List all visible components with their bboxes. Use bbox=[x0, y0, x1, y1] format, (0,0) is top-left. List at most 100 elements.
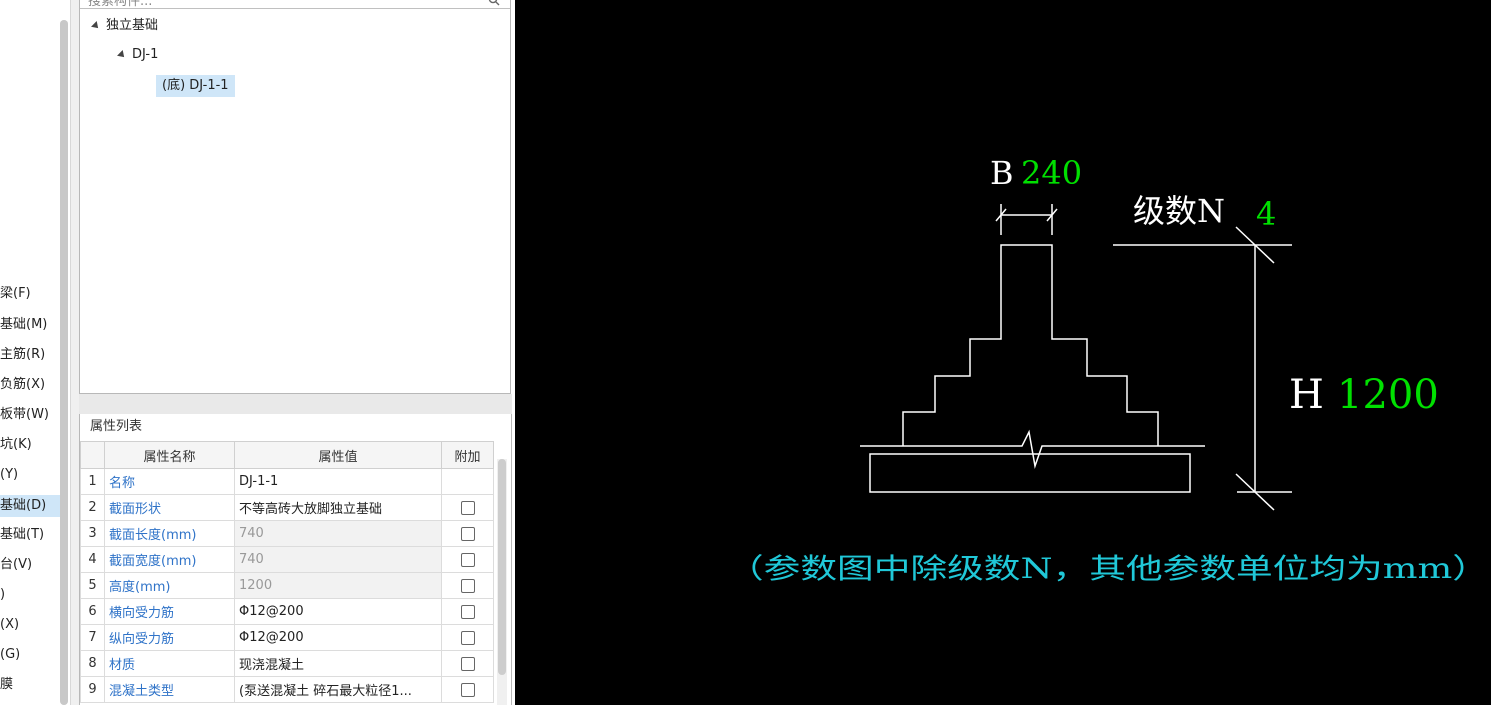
property-name: 混凝土类型 bbox=[104, 676, 235, 703]
property-list-panel: 属性列表 属性名称 属性值 附加 1 名称 DJ-1-1 2 截面形状 不等高砖… bbox=[79, 414, 512, 705]
extra-cell bbox=[441, 650, 494, 677]
extra-cell bbox=[441, 546, 494, 573]
base-slab bbox=[869, 453, 1191, 493]
row-index: 6 bbox=[80, 598, 105, 625]
extra-cell bbox=[441, 572, 494, 599]
n-label: 级数N bbox=[1133, 192, 1225, 230]
category-item[interactable]: 负筋(X) bbox=[0, 374, 62, 396]
property-table-header: 属性名称 属性值 附加 bbox=[80, 441, 494, 469]
row-index: 9 bbox=[80, 676, 105, 703]
property-table: 属性名称 属性值 附加 1 名称 DJ-1-1 2 截面形状 不等高砖大放脚独立… bbox=[80, 441, 494, 703]
category-item[interactable]: 梁(F) bbox=[0, 283, 62, 305]
property-value: 740 bbox=[234, 520, 442, 547]
category-list-scrollbar[interactable] bbox=[60, 20, 68, 705]
n-value: 4 bbox=[1256, 195, 1276, 233]
b-value: 240 bbox=[1021, 154, 1082, 192]
category-item-selected[interactable]: 基础(D) bbox=[0, 495, 62, 517]
extra-checkbox[interactable] bbox=[460, 656, 475, 671]
property-row[interactable]: 3 截面长度(mm) 740 bbox=[80, 520, 494, 547]
tree-node-root[interactable]: 独立基础 bbox=[91, 15, 159, 37]
category-item[interactable]: 主筋(R) bbox=[0, 344, 62, 366]
row-index: 5 bbox=[80, 572, 105, 599]
property-name: 纵向受力筋 bbox=[104, 624, 235, 651]
property-row[interactable]: 7 纵向受力筋 Φ12@200 bbox=[80, 624, 494, 651]
row-index: 1 bbox=[80, 468, 105, 495]
property-list-scrollbar[interactable] bbox=[497, 459, 507, 705]
scrollbar-thumb[interactable] bbox=[60, 20, 68, 705]
property-name: 名称 bbox=[104, 468, 235, 495]
category-item[interactable]: 台(V) bbox=[0, 554, 62, 576]
property-name: 截面宽度(mm) bbox=[104, 546, 235, 573]
property-row[interactable]: 5 高度(mm) 1200 bbox=[80, 572, 494, 599]
extra-cell bbox=[441, 676, 494, 703]
header-index bbox=[80, 441, 105, 469]
parameter-diagram-canvas: B 240 级数N 4 H 1200 （参数图中除级数N，其他参数单位均为mm） bbox=[515, 0, 1491, 705]
panel-splitter[interactable] bbox=[70, 0, 79, 705]
tree-node-dj-1-1[interactable]: (底) DJ-1-1 bbox=[156, 75, 235, 97]
footing-outline bbox=[902, 244, 1159, 446]
category-item[interactable]: 坑(K) bbox=[0, 434, 62, 456]
extra-checkbox[interactable] bbox=[460, 578, 475, 593]
search-input[interactable]: 搜索构件... bbox=[80, 0, 510, 9]
extra-checkbox[interactable] bbox=[460, 630, 475, 645]
property-name: 截面形状 bbox=[104, 494, 235, 521]
foundation-section-drawing: B 240 级数N 4 H 1200 （参数图中除级数N，其他参数单位均为mm） bbox=[727, 154, 1489, 585]
category-item[interactable]: 基础(M) bbox=[0, 314, 62, 336]
property-value[interactable]: DJ-1-1 bbox=[234, 468, 442, 495]
extra-checkbox[interactable] bbox=[460, 604, 475, 619]
tree-node-label: DJ-1 bbox=[132, 47, 159, 62]
search-icon[interactable] bbox=[488, 0, 500, 6]
row-index: 2 bbox=[80, 494, 105, 521]
category-item[interactable]: 膜 bbox=[0, 674, 62, 696]
category-item[interactable]: (Y) bbox=[0, 464, 62, 486]
extra-cell bbox=[441, 520, 494, 547]
property-name: 截面长度(mm) bbox=[104, 520, 235, 547]
extra-checkbox[interactable] bbox=[460, 526, 475, 541]
h-value: 1200 bbox=[1337, 372, 1439, 418]
property-value[interactable]: Φ12@200 bbox=[234, 598, 442, 625]
panel-separator bbox=[79, 394, 512, 414]
property-row[interactable]: 1 名称 DJ-1-1 bbox=[80, 468, 494, 495]
extra-cell bbox=[441, 624, 494, 651]
property-name: 材质 bbox=[104, 650, 235, 677]
h-label: H bbox=[1289, 372, 1324, 418]
property-value[interactable]: 不等高砖大放脚独立基础 bbox=[234, 494, 442, 521]
row-index: 4 bbox=[80, 546, 105, 573]
tree-node-label: 独立基础 bbox=[106, 18, 159, 33]
category-item[interactable]: 基础(T) bbox=[0, 524, 62, 546]
collapse-triangle-icon[interactable] bbox=[91, 20, 101, 31]
property-row[interactable]: 2 截面形状 不等高砖大放脚独立基础 bbox=[80, 494, 494, 521]
header-extra: 附加 bbox=[441, 441, 494, 469]
row-index: 3 bbox=[80, 520, 105, 547]
category-item[interactable]: (X) bbox=[0, 614, 62, 636]
component-tree-panel: 搜索构件... 独立基础 DJ-1 (底) DJ-1-1 bbox=[79, 0, 511, 394]
category-item[interactable]: ) bbox=[0, 584, 62, 606]
property-name: 横向受力筋 bbox=[104, 598, 235, 625]
property-row[interactable]: 9 混凝土类型 (泵送混凝土 碎石最大粒径1... bbox=[80, 676, 494, 703]
unit-note: （参数图中除级数N，其他参数单位均为mm） bbox=[727, 552, 1489, 585]
category-item[interactable]: 板带(W) bbox=[0, 404, 62, 426]
scrollbar-thumb[interactable] bbox=[498, 459, 506, 675]
property-value[interactable]: (泵送混凝土 碎石最大粒径1... bbox=[234, 676, 442, 703]
category-item[interactable]: (G) bbox=[0, 644, 62, 666]
property-value[interactable]: Φ12@200 bbox=[234, 624, 442, 651]
property-row[interactable]: 8 材质 现浇混凝土 bbox=[80, 650, 494, 677]
extra-cell bbox=[441, 598, 494, 625]
property-value: 740 bbox=[234, 546, 442, 573]
collapse-triangle-icon[interactable] bbox=[117, 49, 127, 60]
extra-checkbox[interactable] bbox=[460, 552, 475, 567]
extra-checkbox[interactable] bbox=[460, 500, 475, 515]
property-value: 1200 bbox=[234, 572, 442, 599]
property-value[interactable]: 现浇混凝土 bbox=[234, 650, 442, 677]
component-category-list: 梁(F) 基础(M) 主筋(R) 负筋(X) 板带(W) 坑(K) (Y) 基础… bbox=[0, 0, 62, 705]
property-row[interactable]: 4 截面宽度(mm) 740 bbox=[80, 546, 494, 573]
extra-checkbox[interactable] bbox=[460, 682, 475, 697]
search-placeholder: 搜索构件... bbox=[88, 0, 153, 9]
break-line bbox=[860, 429, 1205, 469]
header-property-value: 属性值 bbox=[234, 441, 442, 469]
extra-cell bbox=[441, 468, 494, 495]
tree-node-dj-1[interactable]: DJ-1 bbox=[117, 44, 159, 66]
row-index: 7 bbox=[80, 624, 105, 651]
row-index: 8 bbox=[80, 650, 105, 677]
property-row[interactable]: 6 横向受力筋 Φ12@200 bbox=[80, 598, 494, 625]
